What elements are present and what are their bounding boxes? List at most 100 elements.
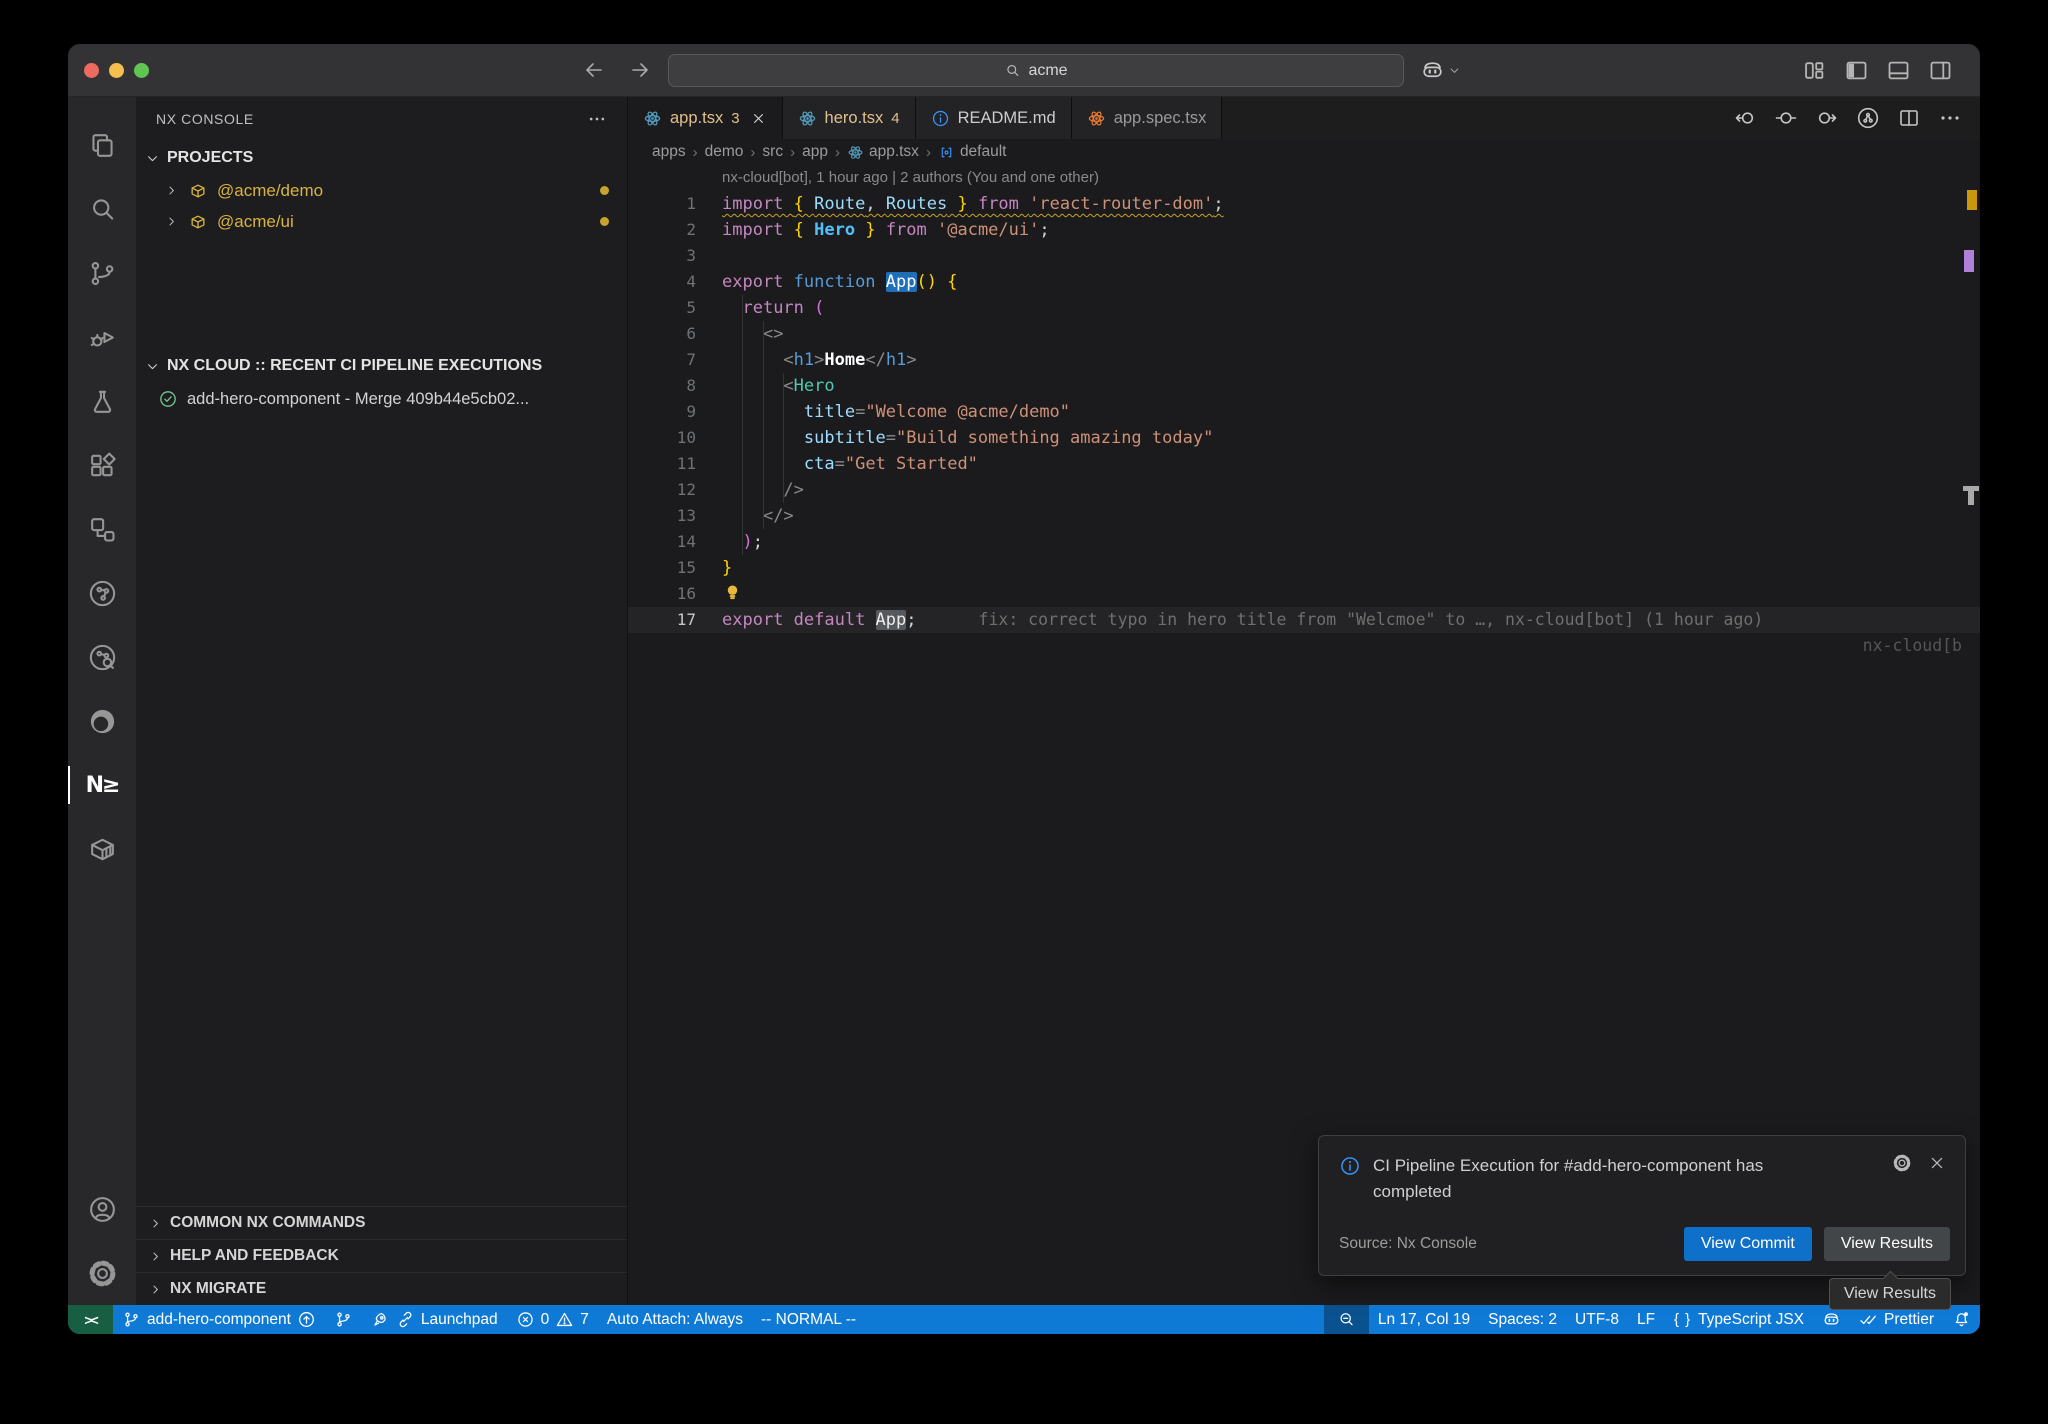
activity-item-nx-console[interactable]: N≥ bbox=[68, 753, 136, 817]
nav-current-icon[interactable] bbox=[1774, 106, 1798, 130]
code-line[interactable]: 6 <> bbox=[628, 321, 1980, 347]
activity-item-explorer[interactable] bbox=[68, 113, 136, 177]
code-line[interactable]: 4export function App() { bbox=[628, 269, 1980, 295]
code-line[interactable]: 13 </> bbox=[628, 503, 1980, 529]
command-center-search[interactable]: acme bbox=[668, 54, 1404, 87]
nav-back-icon[interactable] bbox=[1733, 106, 1757, 130]
status-language-mode[interactable]: { }TypeScript JSX bbox=[1664, 1305, 1813, 1334]
toggle-sidebar-icon[interactable] bbox=[1843, 57, 1870, 84]
minimize-window-button[interactable] bbox=[109, 63, 124, 78]
code-line[interactable]: 3 bbox=[628, 243, 1980, 269]
history-back-icon[interactable] bbox=[582, 58, 606, 82]
activity-item-settings[interactable] bbox=[68, 1241, 136, 1305]
activity-item-testing[interactable] bbox=[68, 369, 136, 433]
code-line[interactable]: 8 <Hero bbox=[628, 373, 1980, 399]
close-window-button[interactable] bbox=[84, 63, 99, 78]
history-forward-icon[interactable] bbox=[628, 58, 652, 82]
breadcrumb-item[interactable]: default bbox=[938, 143, 1007, 161]
section-label: NX MIGRATE bbox=[170, 1280, 266, 1298]
activity-item-run-debug[interactable] bbox=[68, 305, 136, 369]
chevron-down-icon bbox=[144, 358, 161, 375]
activity-item-references[interactable] bbox=[68, 497, 136, 561]
code-line[interactable]: 12 /> bbox=[628, 477, 1980, 503]
lightbulb-icon[interactable] bbox=[722, 581, 743, 603]
status-git-graph[interactable] bbox=[325, 1305, 362, 1334]
code-line[interactable]: 10 subtitle="Build something amazing tod… bbox=[628, 425, 1980, 451]
code-line[interactable]: 16 bbox=[628, 581, 1980, 607]
status-auto-attach[interactable]: Auto Attach: Always bbox=[598, 1305, 752, 1334]
view-results-button[interactable]: View Results bbox=[1824, 1227, 1950, 1261]
close-icon[interactable] bbox=[750, 110, 767, 127]
status-encoding[interactable]: UTF-8 bbox=[1566, 1305, 1628, 1334]
breadcrumb-item[interactable]: src bbox=[762, 143, 783, 161]
code-line[interactable]: 7 <h1>Home</h1> bbox=[628, 347, 1980, 373]
code-line[interactable]: 17export default App;fix: correct typo i… bbox=[628, 607, 1980, 633]
sidebar-more-actions-icon[interactable] bbox=[587, 109, 607, 129]
copilot-menu[interactable] bbox=[1420, 58, 1462, 83]
code-line[interactable]: 14 ); bbox=[628, 529, 1980, 555]
activity-item-extensions[interactable] bbox=[68, 433, 136, 497]
activity-item-search[interactable] bbox=[68, 177, 136, 241]
status-launchpad[interactable]: Launchpad bbox=[362, 1305, 507, 1334]
section-nx-migrate[interactable]: NX MIGRATE bbox=[136, 1272, 627, 1305]
status-problems[interactable]: 07 bbox=[507, 1305, 598, 1334]
status-eol[interactable]: LF bbox=[1628, 1305, 1664, 1334]
project-item[interactable]: @acme/demo bbox=[136, 175, 627, 206]
section-label: COMMON NX COMMANDS bbox=[170, 1214, 365, 1232]
references-icon bbox=[87, 514, 118, 545]
status-indentation[interactable]: Spaces: 2 bbox=[1479, 1305, 1566, 1334]
tab-app-tsx[interactable]: app.tsx3 bbox=[628, 97, 783, 139]
code-line[interactable]: 15} bbox=[628, 555, 1980, 581]
toggle-secondary-sidebar-icon[interactable] bbox=[1927, 57, 1954, 84]
close-icon[interactable] bbox=[1927, 1153, 1947, 1173]
toggle-panel-icon[interactable] bbox=[1885, 57, 1912, 84]
zoom-out-icon bbox=[1337, 1310, 1356, 1329]
breadcrumb-item[interactable]: apps bbox=[652, 143, 686, 161]
split-editor-icon[interactable] bbox=[1897, 106, 1921, 130]
status-text: Launchpad bbox=[421, 1311, 498, 1329]
code-line[interactable]: 1import { Route, Routes } from 'react-ro… bbox=[628, 191, 1980, 217]
nav-forward-icon[interactable] bbox=[1815, 106, 1839, 130]
section-nx-cloud[interactable]: NX CLOUD :: RECENT CI PIPELINE EXECUTION… bbox=[136, 349, 627, 383]
inline-blame-text: fix: correct typo in hero title from "We… bbox=[979, 607, 1764, 633]
blame-header: nx-cloud[bot], 1 hour ago | 2 authors (Y… bbox=[628, 165, 1980, 191]
tab-app-spec-tsx[interactable]: app.spec.tsx bbox=[1072, 97, 1223, 139]
breadcrumb-item[interactable]: app bbox=[802, 143, 828, 161]
code-line[interactable]: 9 title="Welcome @acme/demo" bbox=[628, 399, 1980, 425]
tab-README-md[interactable]: README.md bbox=[916, 97, 1072, 139]
status-vim-mode[interactable]: -- NORMAL -- bbox=[752, 1305, 865, 1334]
activity-item-edge-tools[interactable] bbox=[68, 689, 136, 753]
activity-item-graph-inspect[interactable] bbox=[68, 625, 136, 689]
more-actions-icon[interactable] bbox=[1938, 106, 1962, 130]
activity-bar: N≥ bbox=[68, 97, 136, 1305]
zoom-window-button[interactable] bbox=[134, 63, 149, 78]
tab-hero-tsx[interactable]: hero.tsx4 bbox=[783, 97, 916, 139]
breadcrumb-item[interactable]: app.tsx bbox=[847, 143, 919, 161]
breadcrumb-item[interactable]: demo bbox=[705, 143, 744, 161]
activity-item-commit-graph[interactable] bbox=[68, 561, 136, 625]
window-controls bbox=[84, 63, 149, 78]
pipeline-execution-item[interactable]: add-hero-component - Merge 409b44e5cb02.… bbox=[136, 383, 627, 415]
customize-layout-icon[interactable] bbox=[1801, 57, 1828, 84]
section-label: HELP AND FEEDBACK bbox=[170, 1247, 339, 1265]
activity-item-containers[interactable] bbox=[68, 817, 136, 881]
status-zoom-indicator[interactable] bbox=[1324, 1305, 1369, 1334]
status-cursor-position[interactable]: Ln 17, Col 19 bbox=[1369, 1305, 1479, 1334]
code-editor[interactable]: nx-cloud[bot], 1 hour ago | 2 authors (Y… bbox=[628, 165, 1980, 1305]
code-line[interactable]: 11 cta="Get Started" bbox=[628, 451, 1980, 477]
status-remote-indicator[interactable]: >< bbox=[68, 1305, 113, 1334]
activity-item-source-control[interactable] bbox=[68, 241, 136, 305]
section-common-nx-commands[interactable]: COMMON NX COMMANDS bbox=[136, 1206, 627, 1239]
view-commit-button[interactable]: View Commit bbox=[1684, 1227, 1812, 1261]
project-item[interactable]: @acme/ui bbox=[136, 206, 627, 237]
section-projects[interactable]: PROJECTS bbox=[136, 141, 627, 175]
code-line[interactable]: 5 return ( bbox=[628, 295, 1980, 321]
breadcrumb: apps›demo›src›app›app.tsx›default bbox=[628, 139, 1980, 165]
notification-settings-icon[interactable] bbox=[1892, 1153, 1912, 1173]
section-help-and-feedback[interactable]: HELP AND FEEDBACK bbox=[136, 1239, 627, 1272]
code-line[interactable]: 2import { Hero } from '@acme/ui'; bbox=[628, 217, 1980, 243]
status-git-branch[interactable]: add-hero-component bbox=[113, 1305, 325, 1334]
activity-item-accounts[interactable] bbox=[68, 1177, 136, 1241]
run-graph-icon[interactable] bbox=[1856, 106, 1880, 130]
package-icon bbox=[188, 181, 208, 201]
